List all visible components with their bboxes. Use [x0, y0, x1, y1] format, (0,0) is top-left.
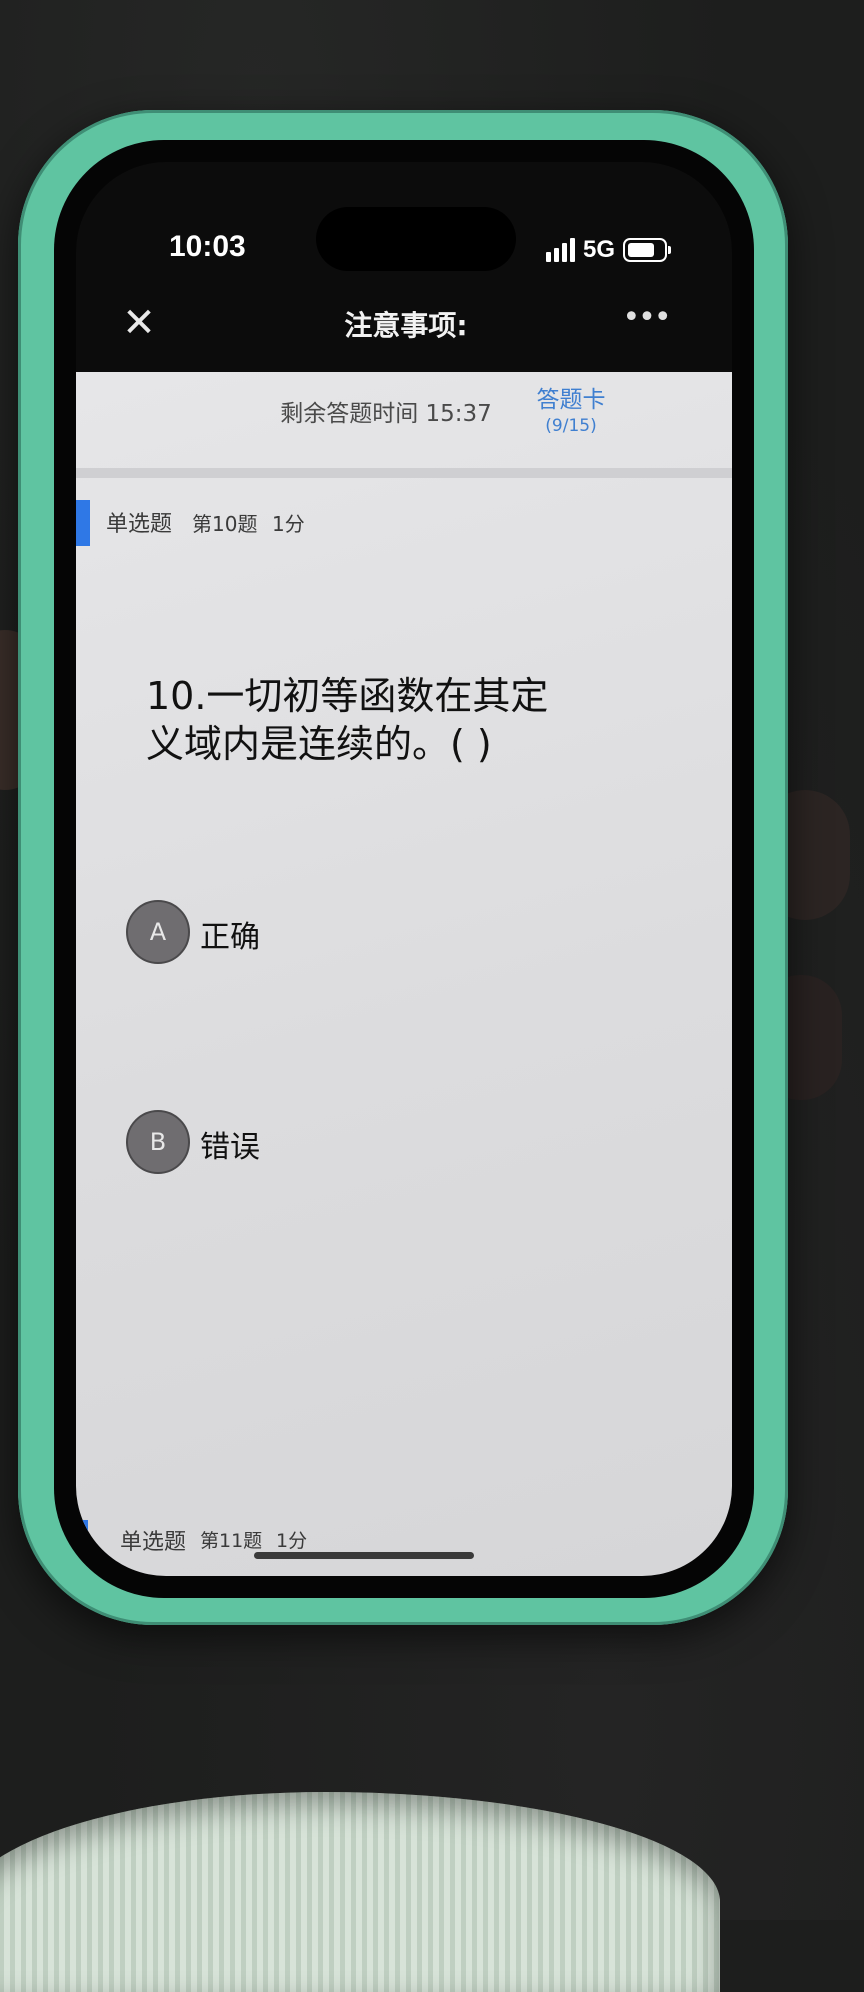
question-marker [76, 1520, 88, 1556]
exam-content: 剩余答题时间 15:37 答题卡 (9/15) 单选题 第10题 1分 10.一… [76, 372, 732, 1576]
phone-case: 10:03 5G ✕ 注意事项: ••• 剩余答题时间 15:37 答题卡 (9… [18, 110, 788, 1625]
phone-bezel: 10:03 5G ✕ 注意事项: ••• 剩余答题时间 15:37 答题卡 (9… [54, 140, 754, 1598]
status-indicators: 5G [546, 234, 672, 266]
status-time: 10:03 [169, 230, 246, 263]
question-score: 1分 [276, 1530, 308, 1552]
question-header: 单选题 第10题 1分 [76, 496, 732, 546]
question-score: 1分 [272, 512, 305, 536]
nav-bar: ✕ 注意事项: ••• [76, 292, 732, 366]
question-text: 10.一切初等函数在其定义域内是连续的。( ) [146, 674, 549, 766]
remaining-time: 剩余答题时间 15:37 [280, 401, 492, 427]
phone-screen: 10:03 5G ✕ 注意事项: ••• 剩余答题时间 15:37 答题卡 (9… [76, 162, 732, 1576]
close-icon[interactable]: ✕ [116, 300, 162, 346]
question-number: 第10题 [192, 512, 258, 536]
dynamic-island [316, 207, 516, 271]
option-text: 错误 [200, 1130, 260, 1165]
answer-card-progress: (9/15) [545, 416, 597, 436]
option-letter: A [126, 900, 190, 964]
question-marker [76, 500, 90, 546]
network-label: 5G [583, 236, 616, 263]
signal-icon [546, 238, 575, 262]
answer-card-button[interactable]: 答题卡 (9/15) [516, 380, 626, 436]
question-number: 第11题 [200, 1530, 263, 1552]
answer-card-label: 答题卡 [536, 387, 606, 413]
divider [76, 468, 732, 478]
page-title: 注意事项: [344, 309, 468, 342]
more-icon[interactable]: ••• [616, 298, 676, 344]
battery-icon [623, 238, 672, 262]
option-letter: B [126, 1110, 190, 1174]
question-type: 单选题 [106, 512, 173, 537]
timer-bar: 剩余答题时间 15:37 答题卡 (9/15) [76, 372, 732, 446]
question-type: 单选题 [120, 1530, 187, 1555]
option-text: 正确 [200, 920, 260, 955]
home-indicator[interactable] [254, 1552, 474, 1559]
